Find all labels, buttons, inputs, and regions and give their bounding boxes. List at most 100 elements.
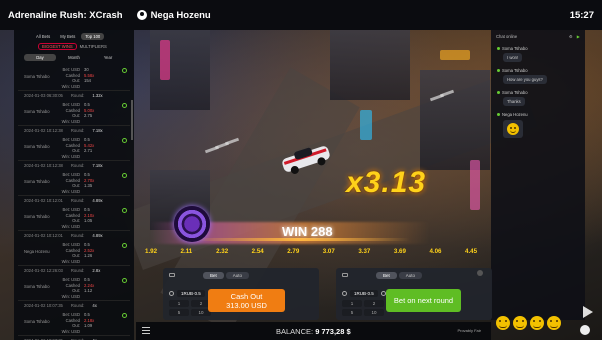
chat-username: Soma Tshabo xyxy=(497,68,579,73)
chip[interactable]: 1 xyxy=(342,300,362,307)
field-label: Cashed Out: xyxy=(65,282,80,294)
auto-toggle[interactable]: Auto xyxy=(398,272,423,279)
chat-collapse-icon[interactable]: ▶ xyxy=(577,34,580,39)
scale-tick-label: 2.79 xyxy=(287,248,300,255)
chat-settings-icon[interactable]: ⚙ xyxy=(569,34,573,39)
field-label: Cashed Out: xyxy=(65,72,80,84)
close-panel-icon[interactable] xyxy=(477,270,483,276)
bet-next-round-label: Bet on next round xyxy=(393,296,454,305)
bet-amount[interactable]: 1RUB·0.5 xyxy=(350,290,378,297)
verified-check-icon[interactable] xyxy=(122,243,127,248)
chat-message: Nega Hozenu xyxy=(491,109,585,141)
bet-field-labels: Bet: USD Cashed Out: Win: USD xyxy=(58,207,80,229)
bet-field-values: 0.5 2.70x 1.35 xyxy=(84,172,94,189)
bet-meta: 2024-01-02 10:12:01 Round: 4.89x xyxy=(18,196,130,205)
bet-date: 2024-01-02 10:12:01 xyxy=(24,233,63,238)
round-label: Round: xyxy=(70,198,85,203)
field-label: Cashed Out: xyxy=(65,247,80,259)
quick-bet-chips: 1 2 5 10 xyxy=(342,300,384,316)
tab-my-bets[interactable]: My Bets xyxy=(56,33,79,40)
bet-meta: 2024-01-02 10:07:35Round:4x xyxy=(18,336,130,340)
bet-player-name: Soma Tshabo xyxy=(24,214,50,219)
tab-top-100[interactable]: Top 100 xyxy=(81,33,105,40)
bet-mode-toggle: Bet Auto xyxy=(376,272,423,279)
bet-record: Nega Hozenu Bet: USD Cashed Out: Win: USD 0.… xyxy=(18,240,130,266)
cash-out-button[interactable]: Cash Out 313.00 USD xyxy=(208,289,285,312)
scale-tick-label: 4.06 xyxy=(429,248,442,255)
round-multiplier: 1.32x xyxy=(92,93,103,98)
bet-field-labels: Bet: USD Cashed Out: Win: USD xyxy=(58,172,80,194)
chat-message: Soma Tshabo How are you guys? xyxy=(491,65,585,87)
emoji-smiley-icon[interactable] xyxy=(530,316,544,330)
win-amount: 1.26 xyxy=(84,253,93,258)
provably-fair-link[interactable]: Provably Fair xyxy=(457,328,481,333)
chat-bubble: I won! xyxy=(503,53,523,62)
bet-mode-toggle: Bet Auto xyxy=(203,272,250,279)
subtab-multipliers[interactable]: MULTIPLIERS xyxy=(80,44,107,49)
verified-check-icon[interactable] xyxy=(122,68,127,73)
bet-toggle[interactable]: Bet xyxy=(376,272,397,279)
field-label: Cashed Out: xyxy=(65,317,80,329)
bet-player-name: Soma Tshabo xyxy=(24,74,50,79)
chat-message: Soma Tshabo Thanks xyxy=(491,87,585,109)
emoji-smiley-icon[interactable] xyxy=(547,316,561,330)
period-month[interactable]: Month xyxy=(58,54,90,61)
verified-check-icon[interactable] xyxy=(122,278,127,283)
menu-icon[interactable] xyxy=(142,327,150,334)
round-multiplier: 2.8x xyxy=(92,268,101,273)
minus-icon[interactable] xyxy=(169,291,174,296)
minus-icon[interactable] xyxy=(342,291,347,296)
user-profile[interactable]: Nega Hozenu xyxy=(136,10,211,21)
period-day[interactable]: Day xyxy=(24,54,56,61)
chip[interactable]: 10 xyxy=(364,309,384,316)
bet-amount[interactable]: 1RUB·0.5 xyxy=(177,290,205,297)
auto-toggle[interactable]: Auto xyxy=(225,272,250,279)
field-label: Win: USD xyxy=(61,293,80,299)
verified-check-icon[interactable] xyxy=(122,103,127,108)
bet-field-values: 0.5 5.42x 2.71 xyxy=(84,137,94,154)
chip[interactable]: 1 xyxy=(169,300,189,307)
send-icon[interactable] xyxy=(583,306,593,318)
bet-record: Soma Tshabo Bet: USD Cashed Out: Win: USD 0.… xyxy=(18,275,130,301)
verified-check-icon[interactable] xyxy=(122,208,127,213)
tab-all-bets[interactable]: All Bets xyxy=(32,33,54,40)
subtab-biggest-wins[interactable]: BIGGEST WINS xyxy=(38,43,77,50)
chip[interactable]: 5 xyxy=(342,309,362,316)
car-icon xyxy=(169,273,175,277)
bet-field-values: 0.5 2.18x 1.09 xyxy=(84,312,94,329)
verified-check-icon[interactable] xyxy=(122,173,127,178)
cash-out-amount: 313.00 USD xyxy=(226,300,267,310)
period-year[interactable]: Year xyxy=(92,54,124,61)
verified-check-icon[interactable] xyxy=(122,138,127,143)
win-amount: 2.75 xyxy=(84,113,93,118)
emoji-smiley-icon[interactable] xyxy=(513,316,527,330)
balance: BALANCE: 9 773,28 $ xyxy=(276,327,351,336)
balance-value: 9 773,28 $ xyxy=(315,327,351,336)
chat-username: Soma Tshabo xyxy=(497,46,579,51)
multiplier-scale: 1.92 2.11 2.32 2.54 2.79 3.07 3.37 3.69 4.06 4.45 xyxy=(145,248,477,258)
emoji-smiley-icon[interactable] xyxy=(496,316,510,330)
bet-toggle[interactable]: Bet xyxy=(203,272,224,279)
bet-field-values: 0.5 5.00x 2.75 xyxy=(84,102,94,119)
chip[interactable]: 2 xyxy=(364,300,384,307)
bet-field-labels: Bet: USD Cashed Out: Win: USD xyxy=(58,137,80,159)
round-label: Round: xyxy=(70,268,85,273)
round-multiplier: 4.89x xyxy=(92,233,103,238)
smiley-icon xyxy=(507,123,519,135)
bottom-bar: BALANCE: 9 773,28 $ Provably Fair xyxy=(136,322,491,340)
bet-record: Soma Tshabo Bet: USD Cashed Out: Win: USD 0.… xyxy=(18,205,130,231)
bet-next-round-button[interactable]: Bet on next round xyxy=(386,289,461,312)
field-label: Cashed Out: xyxy=(65,142,80,154)
scrollbar[interactable] xyxy=(131,100,133,140)
multiplier-display: x3.13 xyxy=(346,166,427,199)
bet-player-name: Nega Hozenu xyxy=(24,249,50,254)
chip[interactable]: 5 xyxy=(169,309,189,316)
bet-meta: 2024-01-02 12:26:03 Round: 2.8x xyxy=(18,266,130,275)
emoji-picker-icon[interactable] xyxy=(580,325,590,335)
bet-field-labels: Bet: USD Cashed Out: Win: USD xyxy=(58,277,80,299)
cash-out-label: Cash Out xyxy=(230,291,263,301)
chat-username: Nega Hozenu xyxy=(497,112,579,117)
verified-check-icon[interactable] xyxy=(122,313,127,318)
chat-messages: Soma Tshabo I won! Soma Tshabo How are you … xyxy=(491,43,585,141)
balance-label: BALANCE: xyxy=(276,327,314,336)
